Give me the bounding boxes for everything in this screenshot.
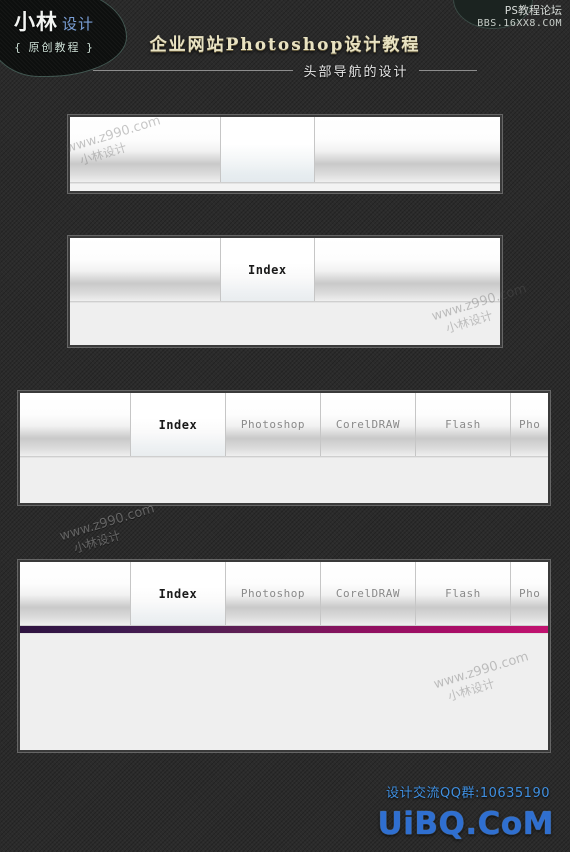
subtitle-rule-left	[93, 69, 294, 71]
panel-body-3	[20, 457, 548, 503]
mockup-panel-2: Index	[68, 236, 502, 347]
site-brand: UiBQ.CoM	[377, 806, 554, 842]
accent-underline	[20, 626, 548, 633]
nav-strip-3: Index Photoshop CorelDRAW Flash Pho	[20, 393, 548, 457]
nav-cell[interactable]	[70, 238, 221, 301]
panel-body-1	[70, 183, 500, 191]
nav-cell-coreldraw[interactable]: CorelDRAW	[321, 393, 416, 456]
nav-cell-coreldraw[interactable]: CorelDRAW	[321, 562, 416, 625]
page-header: 小林 设计 { 原创教程 } PS教程论坛 BBS.16XX8.COM 企业网站P…	[0, 0, 570, 92]
qq-group-text: 设计交流QQ群:10635190	[385, 786, 550, 801]
nav-cell-index[interactable]: Index	[130, 562, 226, 625]
nav-cell-logo-area[interactable]	[20, 562, 131, 625]
nav-cell-photo-clipped[interactable]: Pho	[511, 562, 548, 625]
mockup-panel-1	[68, 115, 502, 193]
nav-cell-highlight[interactable]	[220, 117, 316, 182]
panel-body-4	[20, 633, 548, 750]
watermark-url: www.z990.com	[58, 501, 157, 545]
nav-cell-flash[interactable]: Flash	[416, 393, 511, 456]
nav-strip-4: Index Photoshop CorelDRAW Flash Pho	[20, 562, 548, 626]
nav-cell-index[interactable]: Index	[220, 238, 316, 301]
mockup-panel-4: Index Photoshop CorelDRAW Flash Pho	[18, 560, 550, 752]
nav-cell-photo-clipped[interactable]: Pho	[511, 393, 548, 456]
nav-cell-flash[interactable]: Flash	[416, 562, 511, 625]
nav-cell[interactable]	[70, 117, 221, 182]
mockup-panel-3: Index Photoshop CorelDRAW Flash Pho	[18, 391, 550, 505]
tutorial-subtitle: 头部导航的设计	[303, 64, 409, 80]
nav-cell-logo-area[interactable]	[20, 393, 131, 456]
nav-cell-photoshop[interactable]: Photoshop	[226, 562, 321, 625]
watermark-author: 小林设计	[72, 528, 123, 557]
nav-cell-photoshop[interactable]: Photoshop	[226, 393, 321, 456]
nav-cell[interactable]	[315, 238, 500, 301]
tutorial-title: 企业网站Photoshop设计教程	[149, 35, 421, 55]
nav-strip-1	[70, 117, 500, 183]
nav-cell-index[interactable]: Index	[130, 393, 226, 456]
forum-credit-line2: BBS.16XX8.COM	[477, 17, 562, 29]
nav-strip-2: Index	[70, 238, 500, 302]
forum-credit: PS教程论坛 BBS.16XX8.COM	[454, 0, 562, 30]
watermark: www.z990.com 小林设计	[58, 501, 161, 560]
forum-credit-line1: PS教程论坛	[504, 4, 562, 17]
panel-body-2	[70, 302, 500, 345]
subtitle-rule-right	[418, 69, 477, 71]
tutorial-subtitle-row: 头部导航的设计	[0, 60, 570, 80]
nav-cell[interactable]	[315, 117, 500, 182]
